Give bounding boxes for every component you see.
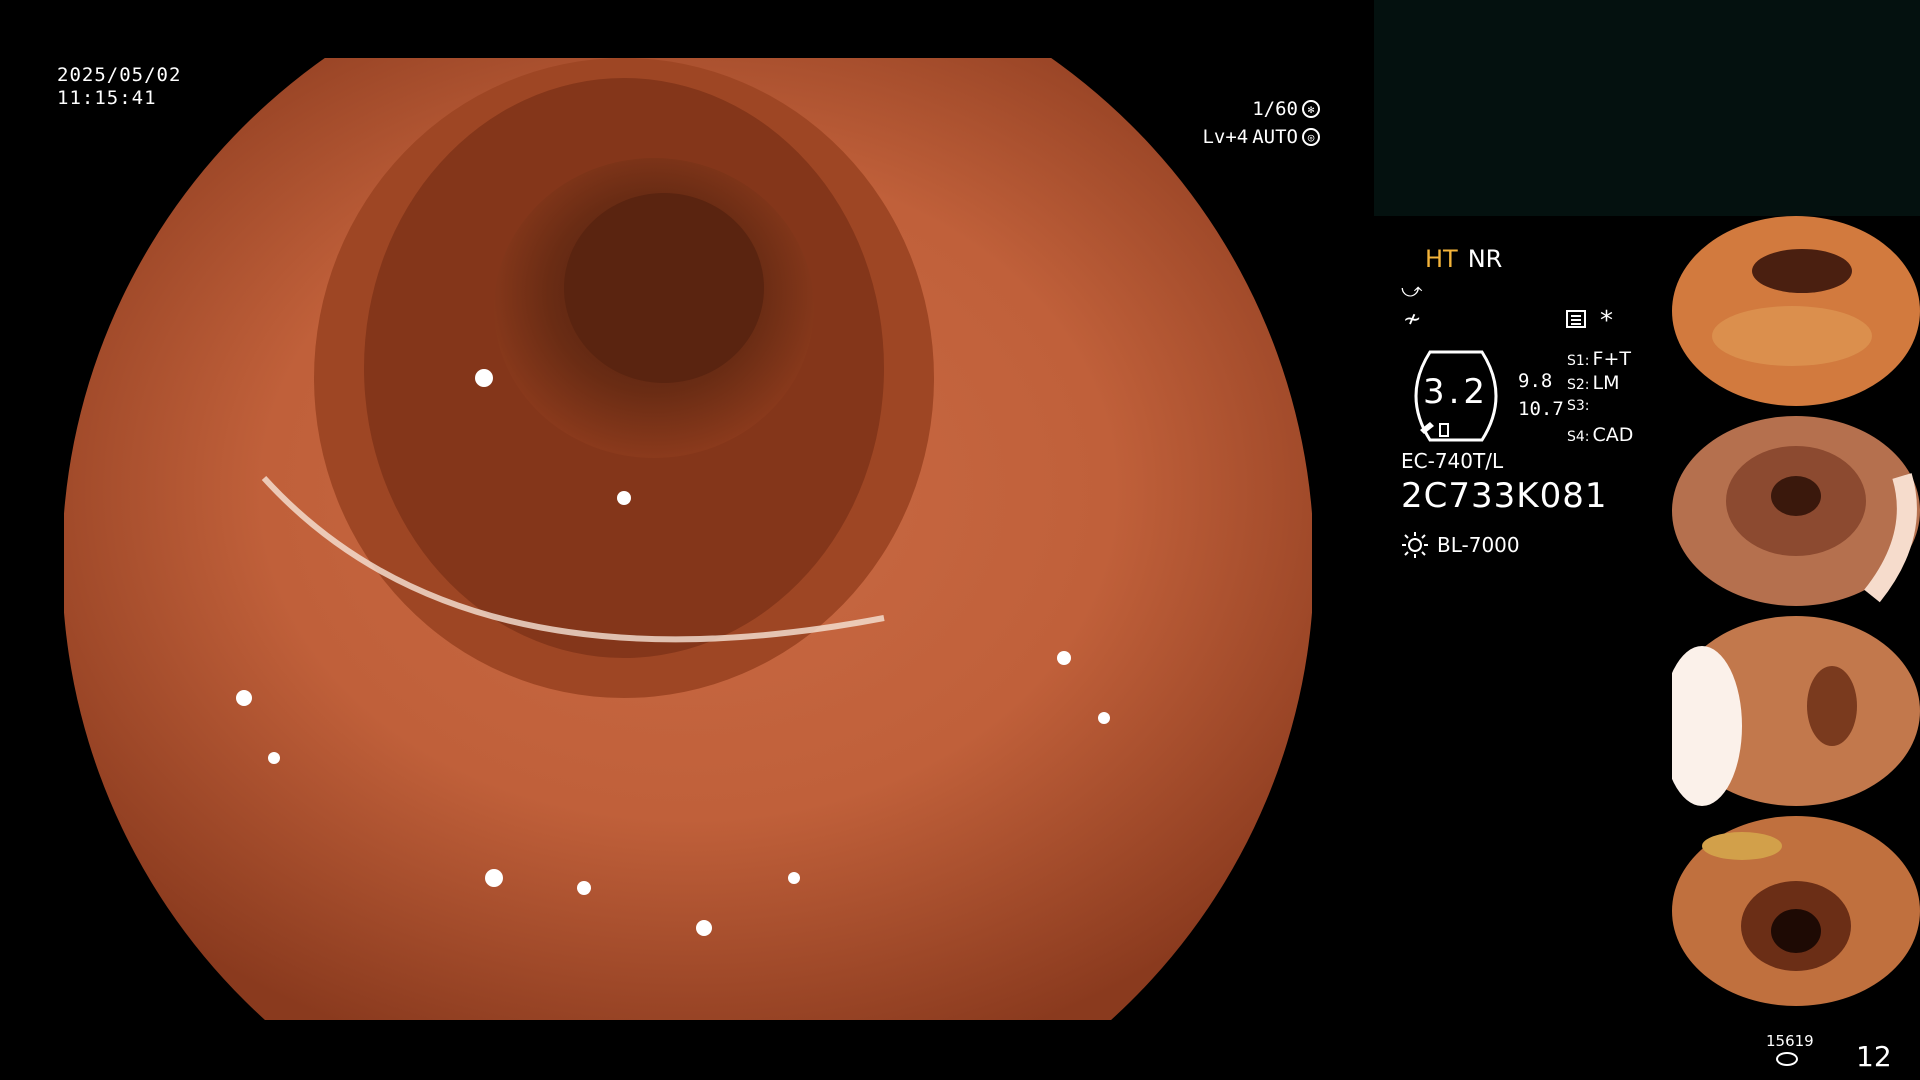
- switch-s4: S4: CAD: [1567, 424, 1634, 446]
- nr-label: NR: [1467, 245, 1503, 273]
- shutter-icon: ✻: [1302, 100, 1320, 119]
- sun-icon: [1402, 532, 1428, 558]
- scope-serial: 2C733K081: [1401, 476, 1608, 516]
- light-source-label: BL-7000: [1437, 533, 1520, 557]
- level-value: Lv+4: [1202, 126, 1249, 148]
- image-mode: HT NR: [1425, 245, 1502, 273]
- zoom-val-a: 9.8: [1518, 370, 1553, 392]
- disk-icon: [1776, 1052, 1798, 1066]
- structure-icon: ≁: [1403, 307, 1422, 332]
- preview-panel: [1374, 0, 1920, 216]
- image-counter: 12: [1856, 1040, 1892, 1073]
- shutter-readout: 1/60 ✻: [1252, 98, 1320, 121]
- ht-label: HT: [1425, 245, 1458, 273]
- shutter-value: 1/60: [1252, 98, 1298, 120]
- capture-thumbnail[interactable]: [1672, 816, 1920, 1006]
- light-source: BL-7000: [1401, 531, 1520, 559]
- exposure-readout: Lv+4 AUTO ◎: [1202, 126, 1320, 149]
- auto-exposure-icon: ◎: [1302, 128, 1320, 147]
- capture-thumbnail[interactable]: [1672, 616, 1920, 806]
- image-counter-total: 15619: [1766, 1032, 1814, 1050]
- time-text: 11:15:41: [57, 86, 157, 109]
- switch-s1: S1: F+T: [1567, 348, 1631, 370]
- endoscope-main-view: [64, 58, 1312, 1020]
- zoom-val-b: 10.7: [1518, 398, 1564, 420]
- exposure-mode: AUTO: [1252, 126, 1298, 148]
- datetime: 2025/05/02 11:15:41: [57, 64, 181, 110]
- capture-thumbnail[interactable]: [1672, 416, 1920, 606]
- switch-s2: S2: LM: [1567, 372, 1620, 394]
- switch-s3: S3:: [1567, 398, 1590, 414]
- capture-thumbnail[interactable]: [1672, 216, 1920, 406]
- scope-model: EC-740T/L: [1401, 449, 1504, 473]
- enhancement-icon: ⤻: [1401, 278, 1423, 302]
- date-text: 2025/05/02: [57, 64, 182, 86]
- menu-icon: [1566, 310, 1586, 328]
- zoom-value: 3.2: [1422, 372, 1490, 412]
- asterisk-icon: *: [1600, 306, 1613, 336]
